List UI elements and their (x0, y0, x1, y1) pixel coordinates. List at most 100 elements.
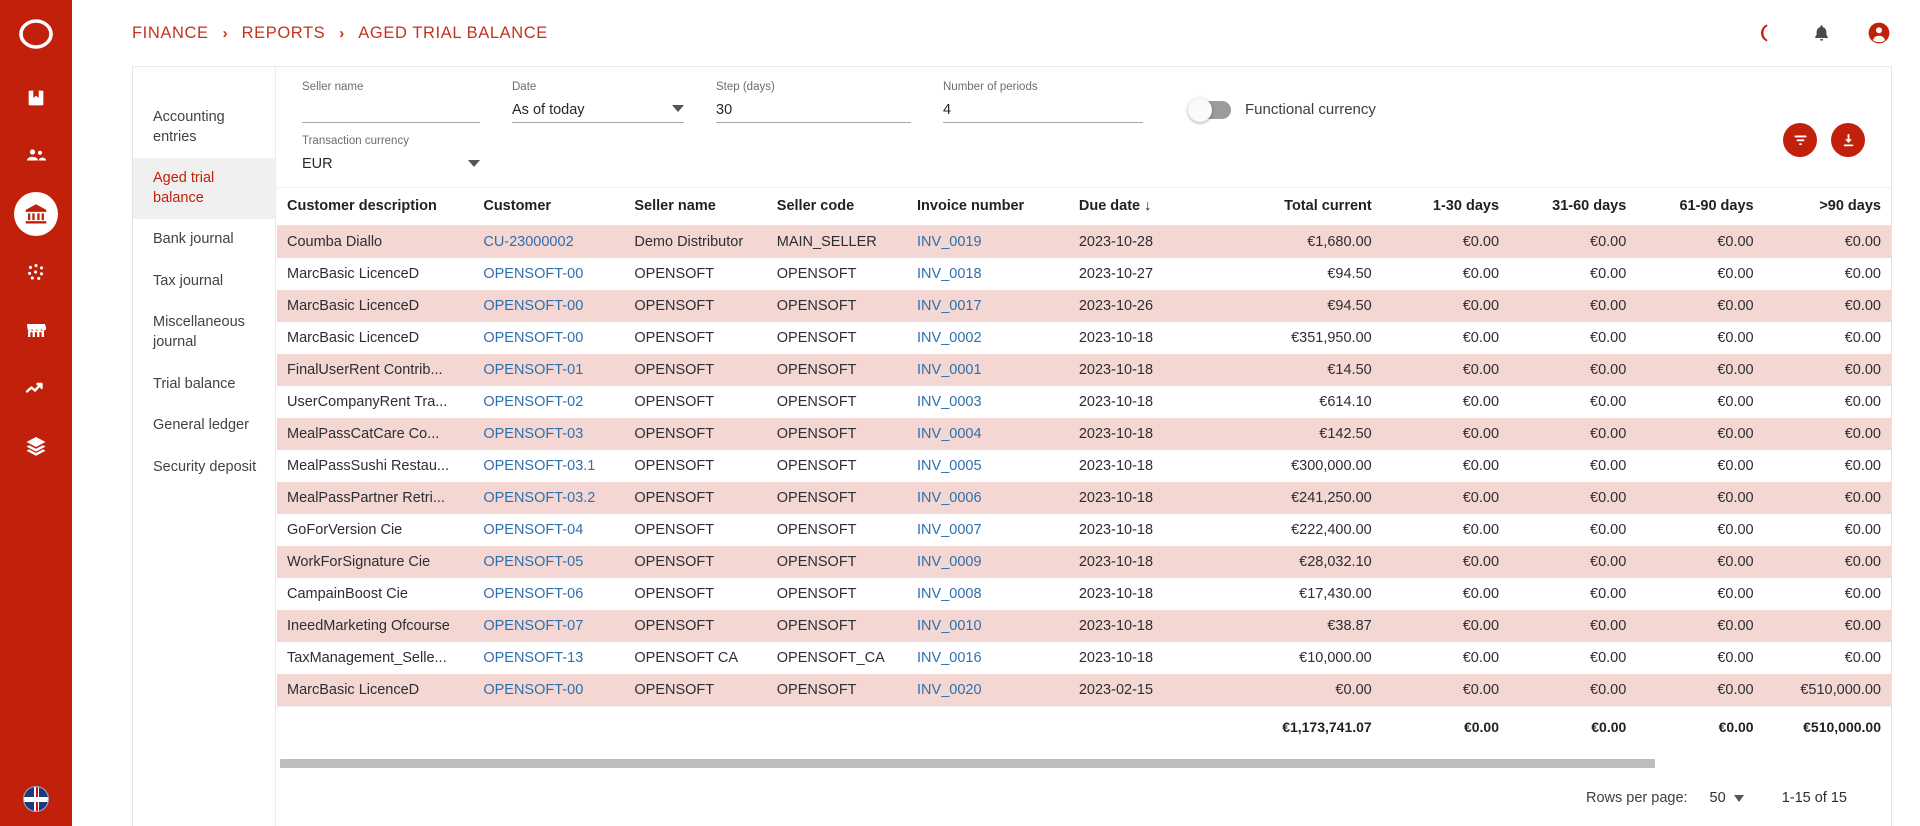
col-header-customer-description[interactable]: Customer description (277, 187, 474, 226)
cell-invoice_number[interactable]: INV_0003 (907, 386, 1069, 418)
rows-per-page-select[interactable]: 50 (1710, 790, 1744, 806)
seller-name-input-line[interactable] (302, 98, 480, 123)
cell-customer[interactable]: OPENSOFT-01 (473, 354, 624, 386)
storefront-icon[interactable] (14, 308, 58, 352)
submenu-item-miscellaneous-journal[interactable]: Miscellaneous journal (133, 302, 275, 363)
date-field[interactable]: Date As of today (512, 81, 684, 123)
chevron-down-icon[interactable] (1733, 794, 1744, 802)
cell-customer[interactable]: OPENSOFT-07 (473, 610, 624, 642)
table-row[interactable]: GoForVersion Cie OPENSOFT-04 OPENSOFT OPENS… (277, 513, 1891, 546)
submenu-item-bank-journal[interactable]: Bank journal (133, 219, 275, 261)
table-row[interactable]: MarcBasic LicenceD OPENSOFT-00 OPENSOFT OPE… (277, 257, 1891, 290)
cell-customer[interactable]: OPENSOFT-06 (473, 578, 624, 610)
submenu-item-tax-journal[interactable]: Tax journal (133, 261, 275, 303)
cell-customer[interactable]: OPENSOFT-00 (473, 674, 624, 707)
cell-invoice_number[interactable]: INV_0006 (907, 482, 1069, 514)
horizontal-scrollbar[interactable] (276, 759, 1891, 770)
submenu-item-accounting-entries[interactable]: Accounting entries (133, 97, 275, 158)
language-selector[interactable] (0, 786, 72, 812)
table-row[interactable]: MealPassSushi Restau... OPENSOFT-03.1 OPEN… (277, 449, 1891, 482)
step-days-field[interactable]: Step (days) 30 (716, 81, 911, 123)
number-of-periods-input-line[interactable]: 4 (943, 98, 1143, 123)
col-header-31-60-days[interactable]: 31-60 days (1509, 187, 1637, 226)
table-row[interactable]: UserCompanyRent Tra... OPENSOFT-02 OPENSOF… (277, 385, 1891, 418)
sage-logo-icon[interactable] (16, 14, 56, 54)
table-row[interactable]: MarcBasic LicenceD OPENSOFT-00 OPENSOFT OPE… (277, 289, 1891, 322)
breadcrumb-item-reports[interactable]: REPORTS (242, 24, 326, 43)
functional-currency-toggle[interactable] (1188, 97, 1231, 122)
dark-mode-icon[interactable] (1750, 20, 1776, 46)
cell-customer[interactable]: OPENSOFT-00 (473, 258, 624, 290)
download-button[interactable] (1831, 123, 1865, 157)
table-row[interactable]: MealPassCatCare Co... OPENSOFT-03 OPENSOFT… (277, 417, 1891, 450)
breadcrumb-item-finance[interactable]: FINANCE (132, 24, 209, 43)
cell-customer[interactable]: OPENSOFT-03.1 (473, 450, 624, 482)
cell-invoice_number[interactable]: INV_0009 (907, 546, 1069, 578)
table-row[interactable]: CampainBoost Cie OPENSOFT-06 OPENSOFT OPENS… (277, 577, 1891, 610)
chevron-down-icon[interactable] (672, 105, 684, 113)
cell-customer[interactable]: OPENSOFT-04 (473, 514, 624, 546)
book-icon[interactable] (14, 76, 58, 120)
transaction-currency-select-line[interactable]: EUR (302, 152, 480, 177)
cell-invoice_number[interactable]: INV_0017 (907, 290, 1069, 322)
seller-name-field[interactable]: Seller name (302, 81, 480, 123)
col-header-seller-name[interactable]: Seller name (624, 187, 767, 226)
date-select-line[interactable]: As of today (512, 98, 684, 123)
cell-customer[interactable]: OPENSOFT-03 (473, 418, 624, 450)
cell-invoice_number[interactable]: INV_0008 (907, 578, 1069, 610)
table-row[interactable]: WorkForSignature Cie OPENSOFT-05 OPENSOFT O… (277, 545, 1891, 578)
dots-scatter-icon[interactable] (14, 250, 58, 294)
number-of-periods-field[interactable]: Number of periods 4 (943, 81, 1143, 123)
functional-currency-toggle-group[interactable]: Functional currency (1188, 97, 1376, 122)
cell-invoice_number[interactable]: INV_0018 (907, 258, 1069, 290)
cell-customer[interactable]: OPENSOFT-05 (473, 546, 624, 578)
cell-customer[interactable]: OPENSOFT-13 (473, 642, 624, 674)
cell-invoice_number[interactable]: INV_0001 (907, 354, 1069, 386)
cell-customer[interactable]: OPENSOFT-00 (473, 290, 624, 322)
cell-invoice_number[interactable]: INV_0005 (907, 450, 1069, 482)
chevron-down-icon[interactable] (468, 159, 480, 167)
step-days-input-line[interactable]: 30 (716, 98, 911, 123)
col-header-1-30-days[interactable]: 1-30 days (1381, 187, 1510, 226)
uk-flag-icon[interactable] (23, 786, 49, 812)
cell-invoice_number[interactable]: INV_0016 (907, 642, 1069, 674)
col-header-customer[interactable]: Customer (473, 187, 625, 226)
col-header-61-90-days[interactable]: 61-90 days (1636, 187, 1764, 226)
col-header-invoice-number[interactable]: Invoice number (907, 187, 1069, 226)
cell-invoice_number[interactable]: INV_0010 (907, 610, 1069, 642)
layers-icon[interactable] (14, 424, 58, 468)
trending-up-icon[interactable] (14, 366, 58, 410)
col-header-due-date[interactable]: Due date ↓ (1068, 187, 1220, 226)
table-row[interactable]: FinalUserRent Contrib... OPENSOFT-01 OPENS… (277, 353, 1891, 386)
table-row[interactable]: MealPassPartner Retri... OPENSOFT-03.2 OPE… (277, 481, 1891, 514)
account-avatar-icon[interactable] (1866, 20, 1892, 46)
transaction-currency-field[interactable]: Transaction currency EUR (302, 135, 480, 177)
horizontal-scrollbar-thumb[interactable] (280, 759, 1656, 768)
submenu-item-security-deposit[interactable]: Security deposit (133, 447, 275, 489)
submenu-item-trial-balance[interactable]: Trial balance (133, 364, 275, 406)
cell-invoice_number[interactable]: INV_0004 (907, 418, 1069, 450)
submenu-item-aged-trial-balance[interactable]: Aged trial balance (133, 158, 275, 220)
table-row[interactable]: MarcBasic LicenceD OPENSOFT-00 OPENSOFT OPE… (277, 673, 1891, 707)
people-icon[interactable] (14, 134, 58, 178)
cell-customer[interactable]: OPENSOFT-03.2 (473, 482, 624, 514)
cell-invoice_number[interactable]: INV_0002 (907, 322, 1069, 354)
cell-invoice_number[interactable]: INV_0019 (907, 225, 1069, 258)
filter-button[interactable] (1783, 123, 1817, 157)
bank-icon[interactable] (14, 192, 58, 236)
breadcrumb-item-aged-trial-balance[interactable]: AGED TRIAL BALANCE (358, 24, 548, 43)
table-scroll-container[interactable]: Customer description Customer Seller nam… (276, 187, 1891, 759)
notifications-bell-icon[interactable] (1808, 20, 1834, 46)
col-header-total-current[interactable]: Total current (1219, 187, 1382, 226)
table-row[interactable]: TaxManagement_Selle... OPENSOFT-13 OPENSOF… (277, 641, 1891, 674)
cell-invoice_number[interactable]: INV_0020 (907, 674, 1069, 707)
cell-customer[interactable]: OPENSOFT-02 (473, 386, 624, 418)
cell-customer[interactable]: OPENSOFT-00 (473, 322, 624, 354)
table-row[interactable]: MarcBasic LicenceD OPENSOFT-00 OPENSOFT OPE… (277, 321, 1891, 354)
cell-customer[interactable]: CU-23000002 (473, 225, 624, 258)
col-header-over-90-days[interactable]: >90 days (1763, 187, 1891, 226)
cell-invoice_number[interactable]: INV_0007 (907, 514, 1069, 546)
table-row[interactable]: IneedMarketing Ofcourse OPENSOFT-07 OPENSO… (277, 609, 1891, 642)
table-row[interactable]: Coumba Diallo CU-23000002 Demo Distributor… (277, 225, 1891, 258)
col-header-seller-code[interactable]: Seller code (766, 187, 908, 226)
